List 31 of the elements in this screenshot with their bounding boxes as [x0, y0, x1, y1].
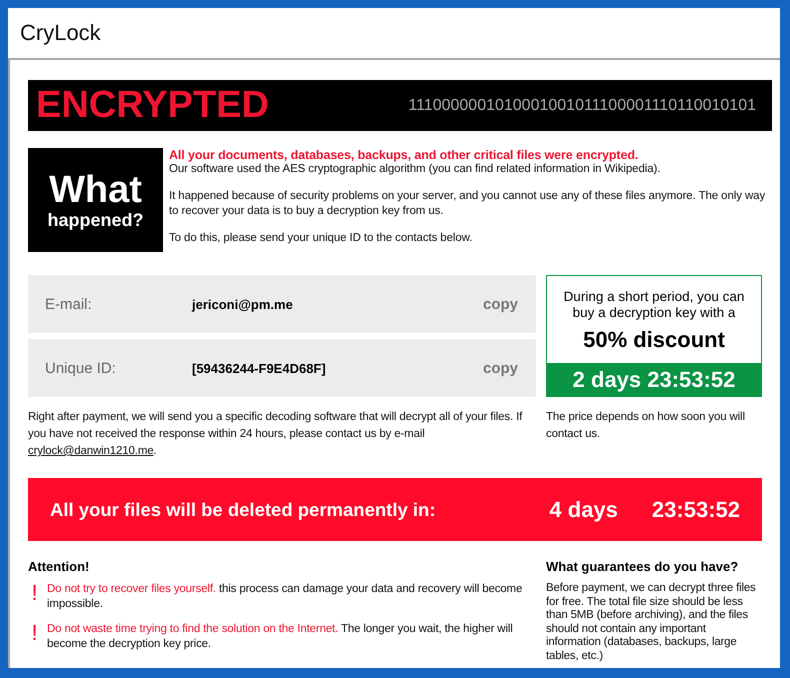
payment-paragraph: Right after payment, we will send you a specific decoding software that will decrypt all of your files. If you have not received the response within 24 hours, please contact us by e-mail crylock@danwin1210.me.	[28, 410, 524, 459]
contact-label: E-mail:	[45, 296, 93, 312]
guarantees-text: Before payment, we can decrypt three files for free. The total file size should be less than 5MB (before archiving), and the files should not contain any important information (databases, backups, large tables, etc.)	[546, 582, 757, 663]
deletion-days: 4 days	[549, 496, 618, 522]
intro-lead: All your documents, databases, backups, and other critical files were encrypted.	[169, 148, 640, 162]
deletion-time: 23:53:52	[652, 496, 740, 522]
discount-timer: 2 days 23:53:52	[547, 363, 761, 396]
intro-paragraph: To do this, please send your unique ID to the contacts below.	[169, 231, 474, 246]
copy-button[interactable]: copy	[482, 296, 518, 312]
window-title: CryLock	[20, 20, 101, 46]
copy-button[interactable]: copy	[482, 360, 518, 376]
warning-mark: !	[30, 582, 39, 607]
guarantees-heading: What guarantees do you have?	[546, 559, 740, 574]
intro-paragraph: Our software used the AES cryptographic algorithm (you can find related information in Wikipedia).	[169, 162, 662, 177]
what-heading: What	[49, 170, 142, 210]
banner-title: ENCRYPTED	[36, 84, 269, 127]
warning-text: Do not waste time trying to find the solution on the Internet. The longer you wait, the higher will become the decryption key price.	[47, 622, 514, 652]
warning-mark: !	[30, 622, 39, 647]
deletion-text: All your files will be deleted permanently in:	[50, 498, 437, 520]
contact-value: [59436244-F9E4D68F]	[192, 360, 327, 376]
binary-string: 1110000001010001001011100001110110010101	[408, 96, 756, 114]
discount-text: During a short period, you can buy a decryption key with a	[562, 288, 746, 321]
email-link[interactable]: crylock@danwin1210.me	[28, 445, 154, 457]
intro-paragraph: It happened because of security problems on your server, and you cannot use any of these files anymore. The only way to recover your data is to buy a decryption key from us.	[169, 189, 766, 219]
discount-offer: 50% discount	[582, 326, 726, 354]
warning-text: Do not try to recover files yourself. this process can damage your data and recovery will become impossible.	[47, 582, 524, 612]
attention-heading: Attention!	[28, 559, 90, 574]
contact-label: Unique ID:	[45, 360, 117, 376]
contact-value: jericoni@pm.me	[192, 296, 294, 312]
happened-heading: happened?	[47, 210, 144, 230]
price-note: The price depends on how soon you will contact us.	[546, 410, 746, 442]
